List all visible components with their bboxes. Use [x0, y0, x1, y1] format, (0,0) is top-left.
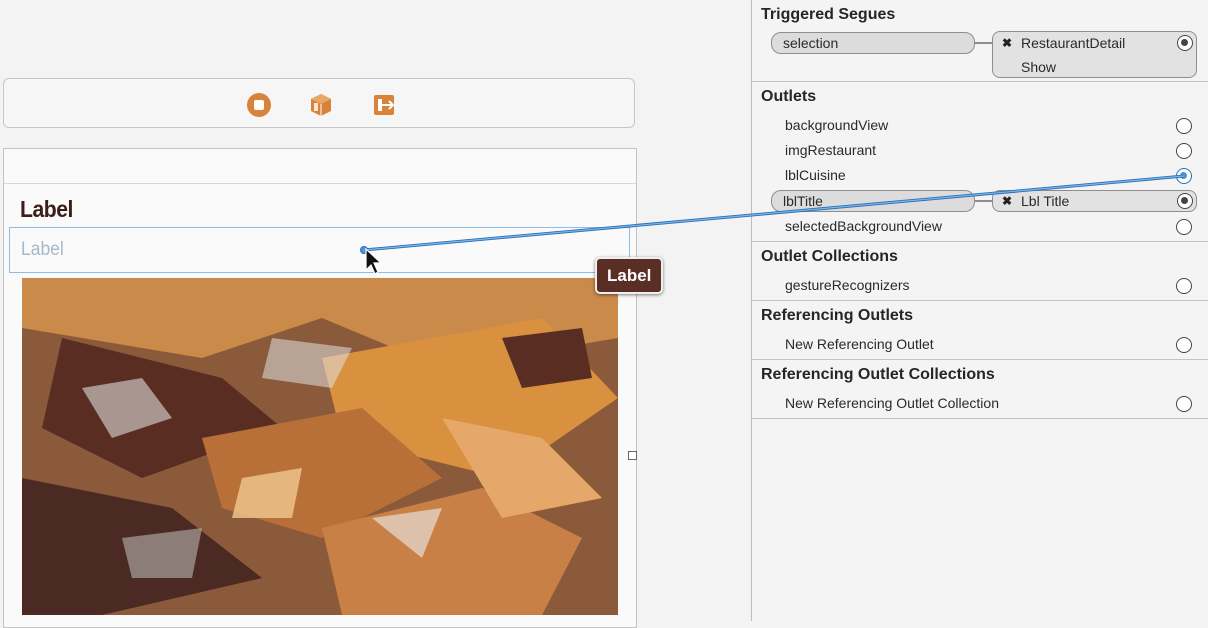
outlet-collections-title: Outlet Collections: [761, 248, 898, 265]
segue-connection-circle[interactable]: [1177, 35, 1193, 51]
outlet-imgrestaurant: imgRestaurant: [785, 142, 877, 158]
outlet-lbltitle-destination[interactable]: ✖ Lbl Title: [992, 190, 1197, 212]
cuisine-label-text: Label: [21, 239, 64, 260]
outlet-collection-gesturerecognizers: gestureRecognizers: [785, 277, 910, 293]
outlet-lblcuisine: lblCuisine: [785, 167, 846, 183]
resize-handle[interactable]: [628, 451, 637, 460]
section-divider: [752, 300, 1208, 301]
new-referencing-outlet-collection-circle[interactable]: [1176, 396, 1192, 412]
outlet-selectedbackgroundview-circle[interactable]: [1176, 219, 1192, 235]
segue-selection-pill[interactable]: selection: [771, 32, 975, 54]
first-responder-icon[interactable]: [246, 92, 272, 118]
section-divider: [752, 81, 1208, 82]
storyboard-canvas: Label Label: [0, 0, 751, 628]
exit-icon[interactable]: [372, 92, 398, 118]
outlet-backgroundview: backgroundView: [785, 117, 889, 133]
section-divider: [752, 241, 1208, 242]
new-referencing-outlet-circle[interactable]: [1176, 337, 1192, 353]
title-label[interactable]: Label: [20, 196, 73, 223]
segue-destination-box[interactable]: ✖ RestaurantDetail Show: [992, 31, 1197, 78]
outlet-lbltitle-label: lblTitle: [783, 193, 823, 209]
outlet-lblcuisine-circle[interactable]: [1176, 168, 1192, 184]
restaurant-image[interactable]: [22, 278, 618, 615]
segue-connector: [975, 42, 993, 44]
outlet-lbltitle-target: Lbl Title: [1021, 193, 1070, 209]
outlet-lbltitle-circle[interactable]: [1177, 193, 1193, 209]
triggered-segues-title: Triggered Segues: [761, 6, 896, 23]
scene-dock: [3, 78, 635, 128]
object-cube-icon[interactable]: [308, 92, 334, 118]
referencing-outlets-title: Referencing Outlets: [761, 307, 914, 324]
new-referencing-outlet-collection: New Referencing Outlet Collection: [785, 395, 999, 411]
remove-outlet-icon[interactable]: ✖: [1002, 194, 1012, 208]
gesturerecognizers-circle[interactable]: [1176, 278, 1192, 294]
cuisine-label[interactable]: Label: [9, 227, 630, 273]
outlet-lbltitle-pill[interactable]: lblTitle: [771, 190, 975, 212]
outlet-selectedbackgroundview: selectedBackgroundView: [785, 218, 942, 234]
referencing-outlet-collections-title: Referencing Outlet Collections: [761, 366, 995, 383]
outlet-imgrestaurant-circle[interactable]: [1176, 143, 1192, 159]
outlet-connector: [975, 200, 993, 202]
connections-inspector: Triggered Segues selection ✖ RestaurantD…: [751, 0, 1208, 621]
new-referencing-outlet: New Referencing Outlet: [785, 336, 934, 352]
cell-top-edge: [4, 149, 636, 184]
outlet-backgroundview-circle[interactable]: [1176, 118, 1192, 134]
segue-selection-label: selection: [783, 35, 839, 51]
segue-destination-name: RestaurantDetail: [1021, 35, 1126, 51]
section-divider: [752, 418, 1208, 419]
outlets-title: Outlets: [761, 88, 817, 105]
section-divider: [752, 359, 1208, 360]
drag-tooltip: Label: [595, 257, 664, 294]
segue-kind: Show: [1021, 59, 1057, 75]
remove-segue-icon[interactable]: ✖: [1002, 36, 1012, 50]
